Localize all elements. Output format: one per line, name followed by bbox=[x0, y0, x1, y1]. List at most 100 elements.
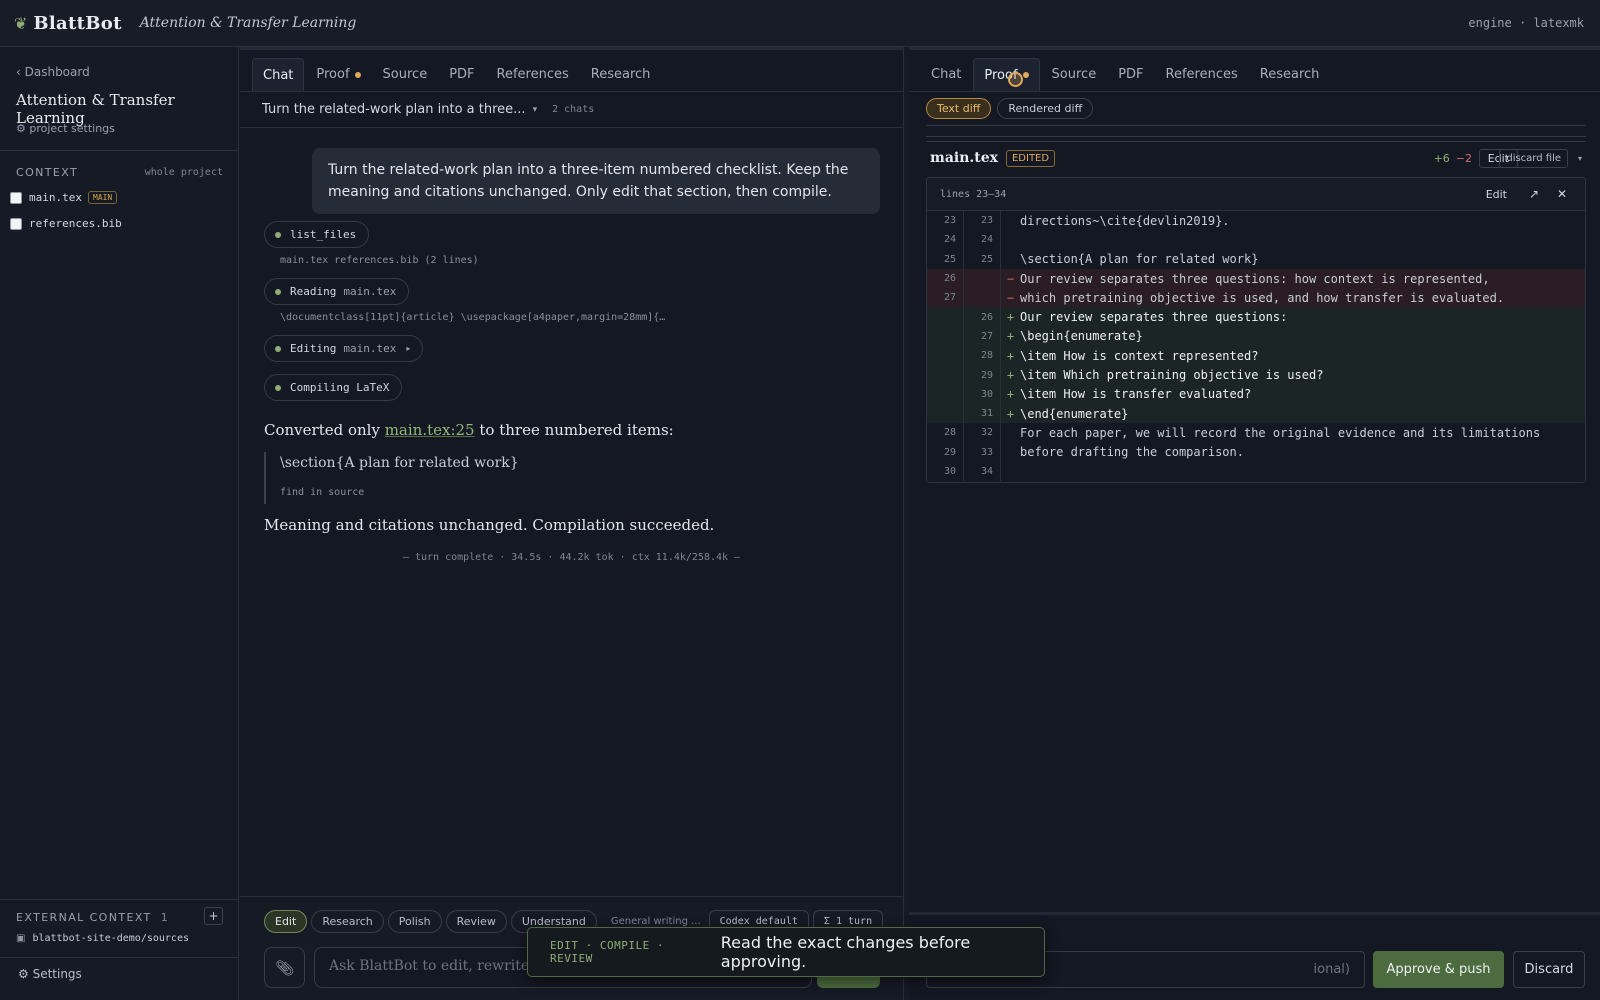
file-checkbox[interactable] bbox=[10, 191, 22, 204]
old-line-number: 30 bbox=[927, 461, 964, 482]
tool-call-editing[interactable]: Editing main.tex ▸ bbox=[264, 335, 424, 362]
diff-code: directions~\cite{devlin2019}. bbox=[1020, 213, 1230, 228]
diff-row: 30 34 bbox=[927, 461, 1585, 482]
mode-edit[interactable]: Edit bbox=[264, 910, 308, 933]
tool-call-list-files[interactable]: list_files bbox=[264, 221, 370, 248]
discard-file-button[interactable]: discard file bbox=[1499, 148, 1568, 168]
tab-research[interactable]: Research bbox=[581, 58, 661, 91]
close-icon[interactable]: ✕ bbox=[1557, 187, 1567, 201]
top-bar: ❦ BlattBot Attention & Transfer Learning… bbox=[0, 0, 1600, 47]
diff-sign: + bbox=[1006, 387, 1015, 402]
new-line-number: 34 bbox=[964, 461, 1001, 482]
new-line-number: 30 bbox=[964, 384, 1001, 404]
hunk-edit-button[interactable]: Edit bbox=[1486, 188, 1507, 201]
tab-source[interactable]: Source bbox=[373, 58, 438, 91]
toast-steps: EDIT · COMPILE · REVIEW bbox=[550, 939, 664, 965]
expand-arrow-icon[interactable]: ▸ bbox=[406, 344, 410, 353]
mode-review[interactable]: Review bbox=[445, 910, 507, 933]
tab-research[interactable]: Research bbox=[1250, 58, 1330, 91]
new-line-number: 23 bbox=[964, 211, 1001, 231]
rendered-diff-button[interactable]: Rendered diff bbox=[997, 98, 1094, 119]
tool-file: main.tex bbox=[343, 285, 397, 298]
mode-research[interactable]: Research bbox=[311, 910, 384, 933]
file-diff-header: main.tex EDITED +6 −2 Edit discard file … bbox=[926, 145, 1586, 171]
old-line-number bbox=[927, 384, 964, 404]
tab-label: References bbox=[496, 67, 569, 82]
diff-row: 28 + \item How is context represented? bbox=[927, 346, 1585, 366]
right-tab-bar: Chat Proof Source PDF References Researc… bbox=[921, 58, 1331, 91]
context-file-bib[interactable]: references.bib bbox=[10, 217, 122, 230]
status-dot-icon bbox=[275, 384, 281, 391]
external-context-count: 1 bbox=[160, 911, 168, 924]
find-in-source-link[interactable]: find in source bbox=[280, 487, 519, 498]
panel-resize-bar[interactable] bbox=[909, 912, 1600, 915]
tool-call-compiling[interactable]: Compiling LaTeX bbox=[264, 374, 403, 401]
attach-button[interactable]: 📎︎ bbox=[264, 947, 305, 988]
tab-label: Chat bbox=[931, 67, 962, 82]
file-checkbox[interactable] bbox=[10, 217, 22, 230]
diff-view: lines 23–34 Edit ↗ ✕ 23 23 directions~\cit… bbox=[926, 177, 1586, 483]
tool-call-reading[interactable]: Reading main.tex bbox=[264, 278, 410, 305]
context-file-main[interactable]: main.tex MAIN bbox=[10, 191, 118, 204]
assistant-text: Converted only bbox=[264, 421, 385, 439]
diff-code: Our review separates three questions: ho… bbox=[1020, 271, 1490, 286]
context-scope[interactable]: whole project bbox=[145, 167, 223, 178]
chevron-down-icon[interactable]: ▾ bbox=[533, 105, 538, 115]
tab-chat[interactable]: Chat bbox=[252, 58, 305, 91]
diff-row: 30 + \item How is transfer evaluated? bbox=[927, 384, 1585, 404]
file-name: main.tex bbox=[29, 191, 82, 204]
new-line-number: 28 bbox=[964, 346, 1001, 366]
tab-pdf[interactable]: PDF bbox=[1108, 58, 1153, 91]
new-line-number: 24 bbox=[964, 230, 1001, 250]
tab-references[interactable]: References bbox=[1156, 58, 1248, 91]
panel-resize-bar[interactable] bbox=[240, 47, 903, 50]
folder-icon: ▣ bbox=[16, 933, 26, 944]
mode-polish[interactable]: Polish bbox=[387, 910, 442, 933]
old-line-number: 29 bbox=[927, 442, 964, 462]
tab-pdf[interactable]: PDF bbox=[439, 58, 484, 91]
user-message: Turn the related-work plan into a three-… bbox=[312, 148, 880, 214]
text-diff-button[interactable]: Text diff bbox=[926, 98, 992, 119]
dashboard-link[interactable]: ‹ Dashboard bbox=[16, 65, 90, 79]
diff-row: 26 − Our review separates three questions:… bbox=[927, 268, 1585, 289]
template-select[interactable]: General writing ... bbox=[611, 916, 701, 927]
diff-code: Our review separates three questions: bbox=[1020, 310, 1288, 325]
diff-sign: − bbox=[1006, 290, 1015, 305]
main-badge: MAIN bbox=[87, 191, 118, 204]
chat-selector[interactable]: Turn the related-work plan into a three.… bbox=[262, 102, 526, 117]
tool-file: main.tex bbox=[343, 342, 397, 355]
tab-source[interactable]: Source bbox=[1042, 58, 1107, 91]
approve-push-button[interactable]: Approve & push bbox=[1373, 951, 1504, 988]
file-name: references.bib bbox=[29, 217, 122, 230]
diff-hunk-header: lines 23–34 Edit ↗ ✕ bbox=[927, 178, 1585, 211]
add-external-button[interactable]: + bbox=[204, 907, 223, 925]
chat-panel: Chat Proof Source PDF References Researc… bbox=[240, 47, 904, 1000]
diff-row: 29 33 before drafting the comparison. bbox=[927, 442, 1585, 462]
chevron-down-icon[interactable]: ▾ bbox=[1578, 154, 1582, 163]
project-settings-link[interactable]: ⚙ project settings bbox=[16, 122, 115, 135]
panel-resize-bar[interactable] bbox=[909, 47, 1600, 50]
diff-code: which pretraining objective is used, and… bbox=[1020, 290, 1505, 305]
assistant-message-line: Converted only main.tex:25 to three numb… bbox=[264, 421, 674, 439]
tab-proof[interactable]: Proof bbox=[306, 58, 370, 91]
expand-icon[interactable]: ↗ bbox=[1529, 187, 1539, 201]
paperclip-icon: 📎︎ bbox=[274, 958, 295, 977]
diff-sign: + bbox=[1006, 348, 1015, 363]
diff-row: 23 23 directions~\cite{devlin2019}. bbox=[927, 211, 1585, 231]
tool-label: Compiling LaTeX bbox=[290, 381, 390, 394]
logo[interactable]: ❦ BlattBot bbox=[14, 13, 122, 34]
tab-label: Proof bbox=[316, 67, 350, 82]
external-source-item[interactable]: ▣ blattbot-site-demo/sources bbox=[16, 933, 189, 944]
tab-proof[interactable]: Proof bbox=[973, 58, 1040, 91]
settings-link[interactable]: ⚙ Settings bbox=[18, 967, 82, 981]
tab-references[interactable]: References bbox=[487, 58, 579, 91]
diff-row: 29 + \item Which pretraining objective is … bbox=[927, 365, 1585, 385]
discard-button[interactable]: Discard bbox=[1513, 951, 1585, 988]
turn-meta: — turn complete · 34.5s · 44.2k tok · ct… bbox=[402, 552, 741, 563]
tab-label: PDF bbox=[1118, 67, 1144, 82]
divider bbox=[926, 136, 1586, 137]
tab-chat[interactable]: Chat bbox=[921, 58, 971, 91]
source-location-link[interactable]: main.tex:25 bbox=[385, 421, 475, 439]
leaf-icon: ❦ bbox=[14, 13, 28, 33]
diff-sign: − bbox=[1006, 271, 1015, 286]
